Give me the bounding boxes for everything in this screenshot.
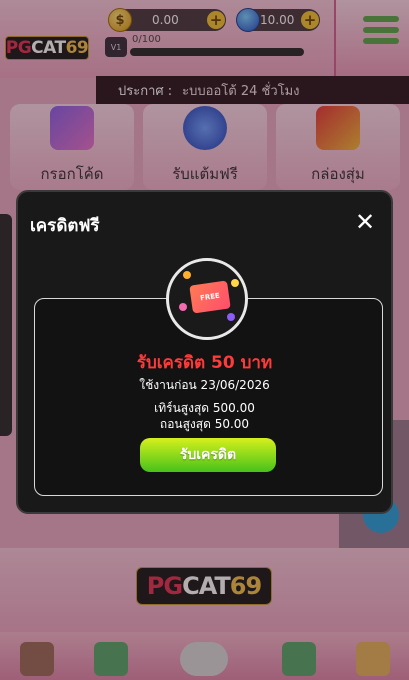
sparkle-icon xyxy=(227,313,235,321)
max-withdraw: ถอนสูงสุด 50.00 xyxy=(159,417,250,431)
free-badge-text: FREE xyxy=(199,291,221,303)
sparkle-icon xyxy=(179,303,187,311)
claim-credit-button[interactable]: รับเครดิต xyxy=(140,438,276,472)
sparkle-icon xyxy=(183,271,191,279)
claim-credit-label: รับเครดิต xyxy=(179,447,237,463)
modal-title: เครดิตฟรี xyxy=(30,216,100,236)
free-card-icon: FREE xyxy=(189,280,231,314)
reward-amount: รับเครดิต 50 บาท xyxy=(136,353,273,373)
sparkle-icon xyxy=(231,279,239,287)
free-credit-modal: เครดิตฟรี ✕ FREE รับเครดิต 50 บาท ใช้งาน… xyxy=(16,190,393,514)
close-icon[interactable]: ✕ xyxy=(353,210,377,234)
expiry-date: ใช้งานก่อน 23/06/2026 xyxy=(139,378,270,392)
free-credit-badge: FREE xyxy=(166,258,248,340)
